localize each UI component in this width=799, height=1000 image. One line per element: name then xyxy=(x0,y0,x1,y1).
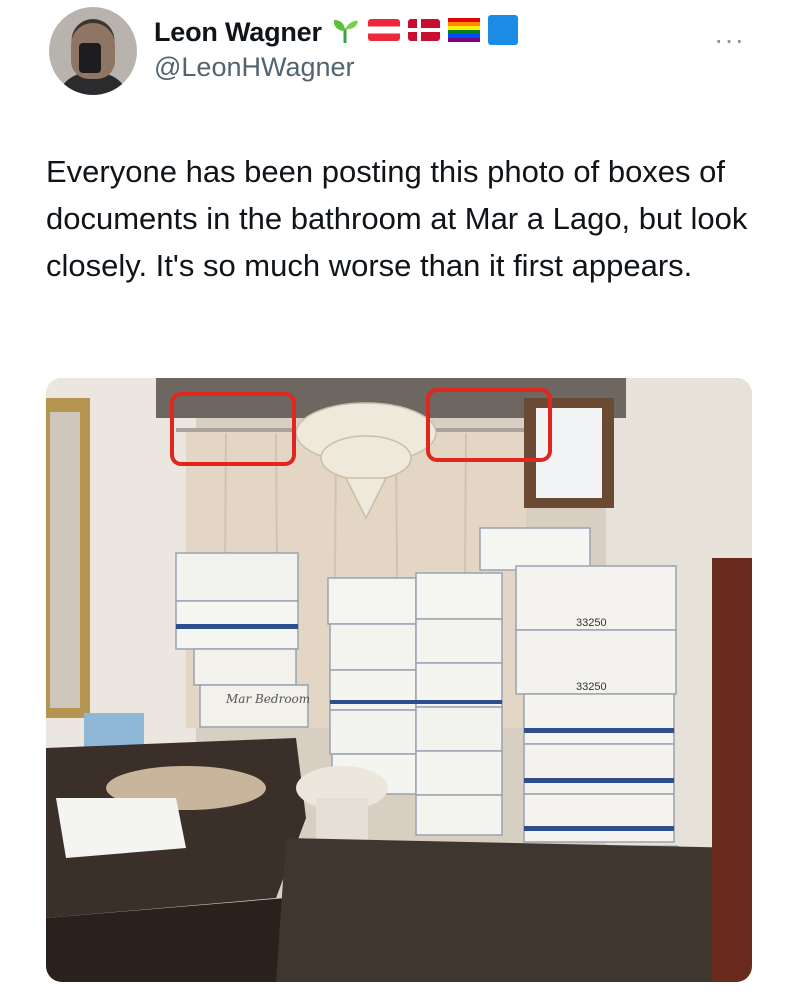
tweet-photo[interactable]: 33250 33250 Mar Bedroom xyxy=(46,378,752,982)
tweet-text: Everyone has been posting this photo of … xyxy=(46,154,748,283)
rainbow-flag-icon xyxy=(447,17,480,47)
seedling-icon xyxy=(330,15,360,50)
bathroom-photo: 33250 33250 Mar Bedroom xyxy=(46,378,752,982)
avatar-phone xyxy=(79,43,101,73)
author-avatar[interactable] xyxy=(49,7,137,95)
box-label-2: 33250 xyxy=(576,681,607,693)
box-label-1: 33250 xyxy=(576,617,607,629)
author-display-name[interactable]: Leon Wagner xyxy=(154,17,322,48)
blue-square-icon xyxy=(487,14,518,50)
author-handle[interactable]: @LeonHWagner xyxy=(154,52,355,83)
more-options-icon[interactable]: ··· xyxy=(714,24,745,56)
austria-flag-icon xyxy=(367,18,400,46)
handwritten-box-label: Mar Bedroom xyxy=(225,692,310,706)
denmark-flag-icon xyxy=(407,18,440,46)
author-name-row: Leon Wagner xyxy=(154,14,518,50)
